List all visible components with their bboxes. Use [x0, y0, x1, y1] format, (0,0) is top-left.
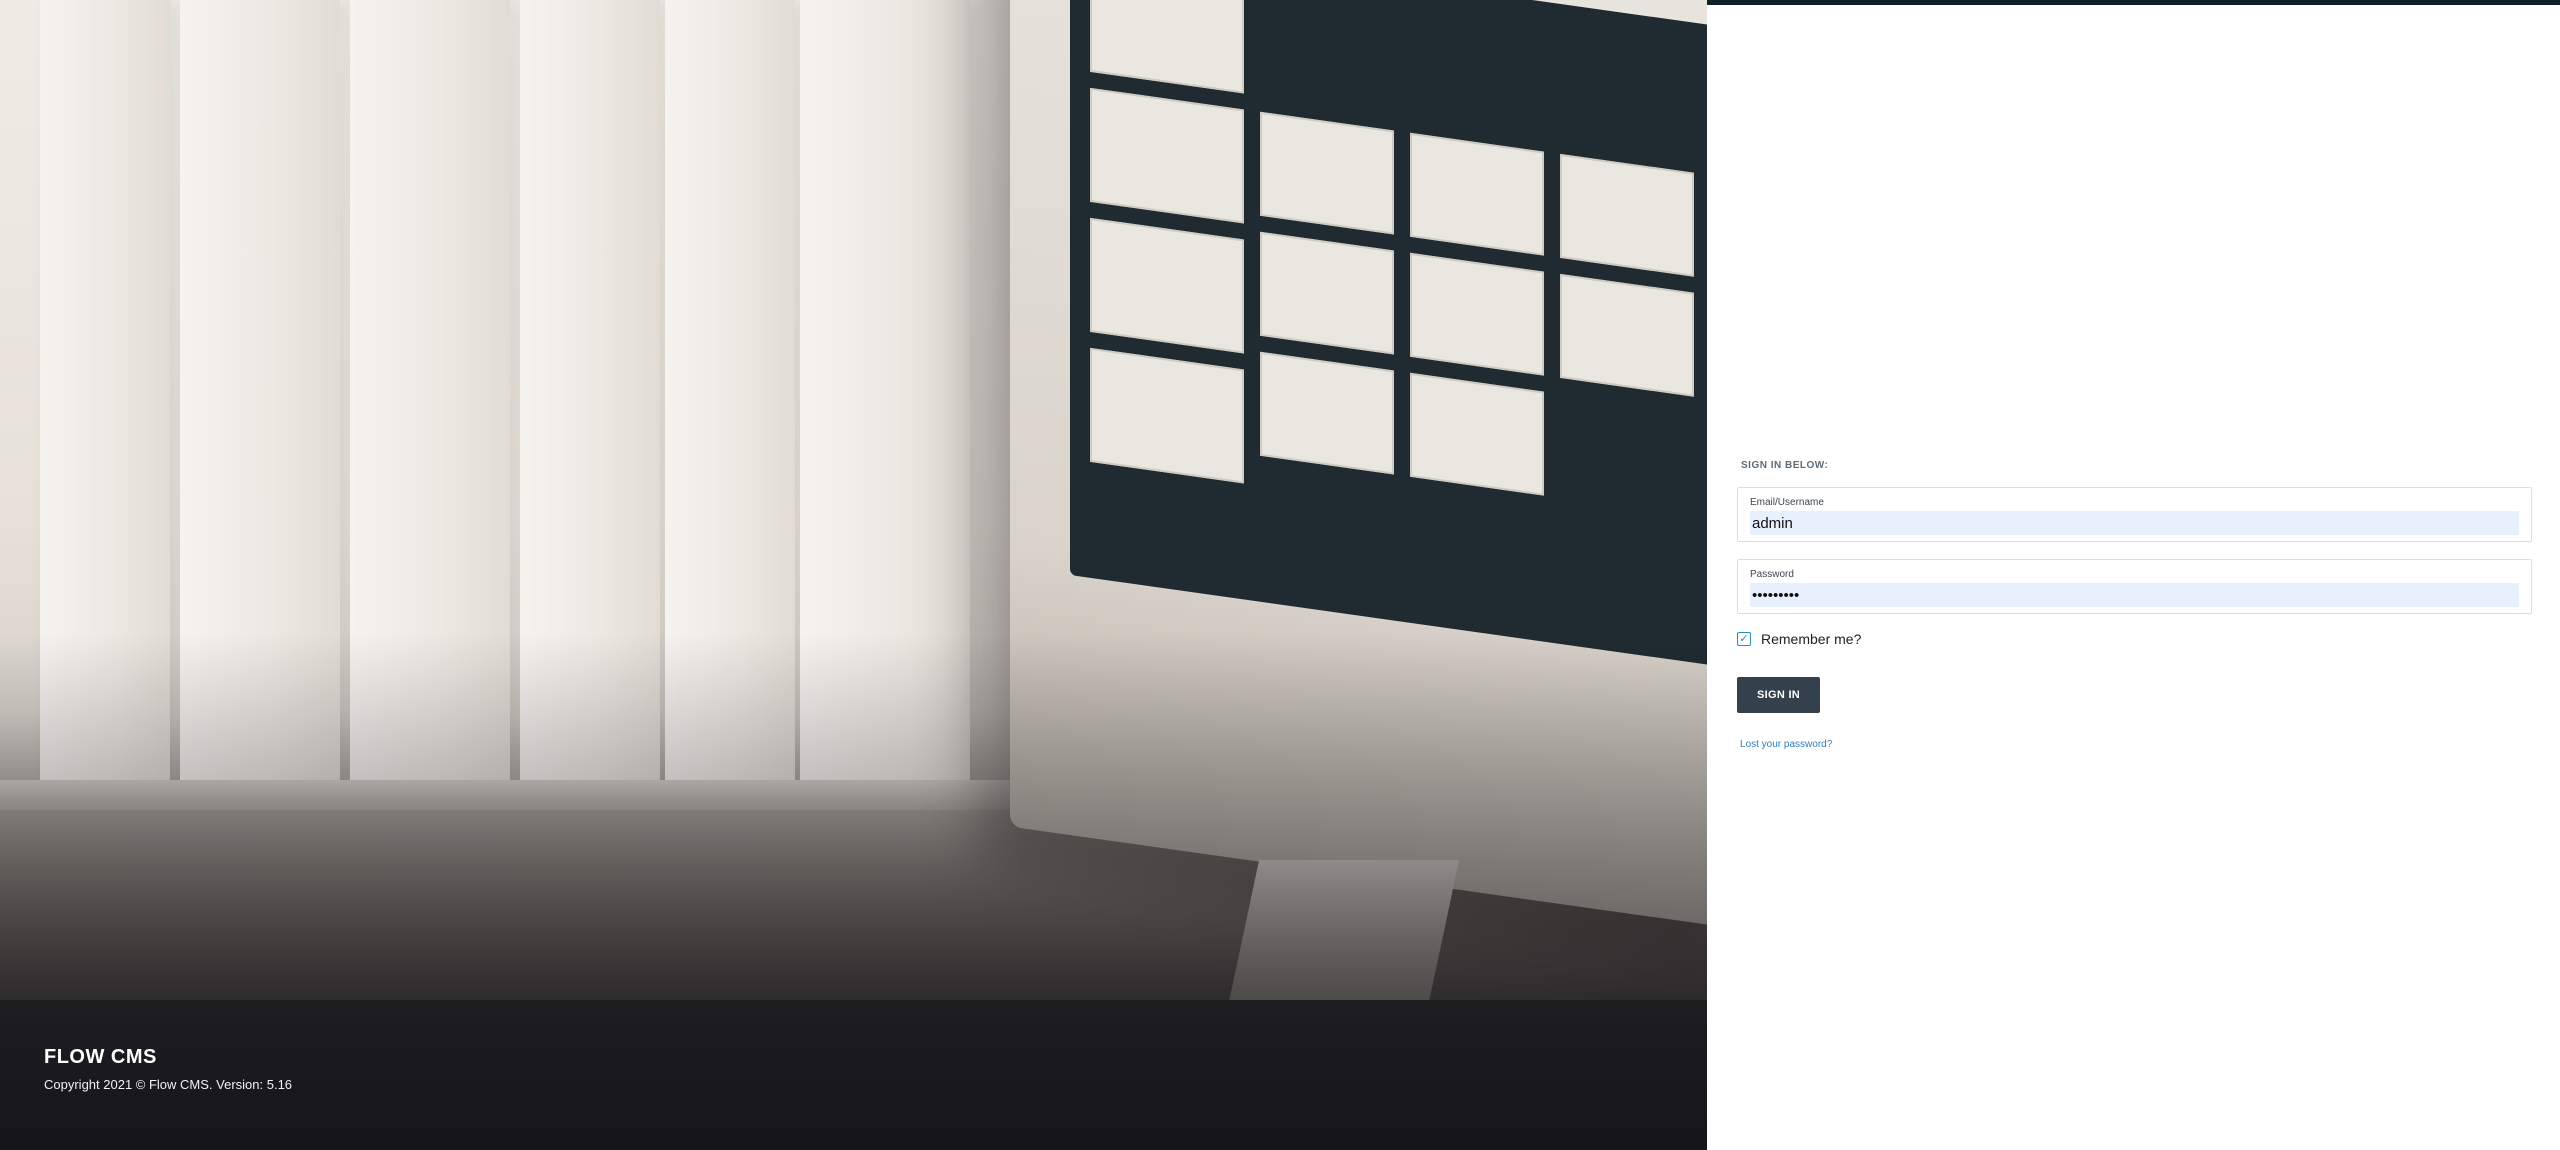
remember-me-label[interactable]: Remember me? [1761, 631, 1861, 647]
top-accent-bar [1707, 0, 2560, 5]
email-field-label: Email/Username [1750, 497, 1824, 508]
email-field[interactable] [1750, 511, 2519, 535]
sign-in-form: SIGN IN BELOW: Email/Username Password ✓… [1737, 460, 2532, 750]
form-title: SIGN IN BELOW: [1741, 460, 1829, 471]
brand-block: FLOW CMS Copyright 2021 © Flow CMS. Vers… [44, 1046, 292, 1092]
remember-me-checkbox[interactable]: ✓ [1737, 632, 1751, 646]
password-field-container: Password [1737, 559, 2532, 614]
lost-password-link[interactable]: Lost your password? [1740, 739, 2532, 750]
copyright-text: Copyright 2021 © Flow CMS. Version: 5.16 [44, 1077, 293, 1092]
check-icon: ✓ [1739, 632, 1749, 645]
brand-name: FLOW CMS [44, 1046, 157, 1068]
password-field-label: Password [1750, 569, 1794, 580]
remember-me-row: ✓ Remember me? [1737, 631, 2532, 647]
email-field-container: Email/Username [1737, 487, 2532, 542]
password-field[interactable] [1750, 583, 2519, 607]
sign-in-button[interactable]: SIGN IN [1737, 677, 1821, 713]
sign-in-panel: SIGN IN BELOW: Email/Username Password ✓… [1707, 0, 2560, 1150]
login-page: FLOW CMS Copyright 2021 © Flow CMS. Vers… [0, 0, 2560, 1150]
hero-background-image: FLOW CMS Copyright 2021 © Flow CMS. Vers… [0, 0, 1707, 1150]
